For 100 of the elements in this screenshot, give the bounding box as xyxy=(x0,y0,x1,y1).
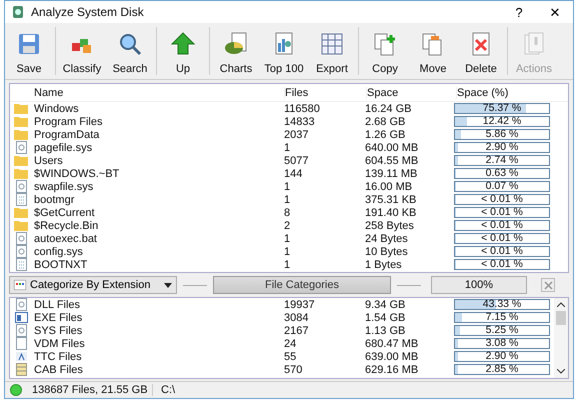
percent-bar: 3.08 % xyxy=(454,338,550,349)
name-cell-text: config.sys xyxy=(33,246,84,258)
space-cell-text: 16.24 GB xyxy=(365,102,412,114)
toolbar-button[interactable]: Delete xyxy=(457,23,505,79)
space-cell-text: 16.00 MB xyxy=(365,180,414,192)
help-button[interactable]: ? xyxy=(501,4,537,20)
percent-bar: 2.85 % xyxy=(454,364,550,375)
files-cell-text: 1 xyxy=(284,232,292,244)
scroll-up-icon[interactable] xyxy=(557,302,565,307)
file-icon xyxy=(16,193,26,206)
space-cell-text: 1.13 GB xyxy=(365,324,406,336)
files-cell-text: 19937 xyxy=(284,298,316,310)
scrollbar[interactable] xyxy=(554,298,568,378)
gear-file-icon xyxy=(16,324,26,337)
space-cell-text: 604.55 MB xyxy=(365,154,420,166)
scroll-down-icon[interactable] xyxy=(557,369,565,374)
charts-icon xyxy=(223,31,249,57)
scroll-thumb[interactable] xyxy=(556,311,566,325)
percent-bar: 12.42 % xyxy=(454,116,550,127)
percent-bar: 2.74 % xyxy=(454,155,550,166)
name-cell-text: Program Files xyxy=(33,116,104,128)
toolbar-button[interactable]: Charts xyxy=(212,23,260,79)
folder-icon xyxy=(14,168,28,179)
name-cell-text: TTC Files xyxy=(33,350,83,362)
files-cell-text: 1 xyxy=(284,194,292,206)
status-dot-icon xyxy=(10,384,22,396)
space-cell-text: 24 Bytes xyxy=(365,232,409,244)
toolbar-button[interactable]: Search xyxy=(106,23,154,79)
gear-file-icon xyxy=(16,141,26,154)
gear-file-icon xyxy=(16,245,26,258)
name-cell-text: bootmgr xyxy=(33,194,76,206)
space-cell-text: 640.00 MB xyxy=(365,142,420,154)
percent-bar: < 0.01 % xyxy=(454,194,550,205)
name-cell-text: VDM Files xyxy=(33,338,86,350)
categorize-dropdown[interactable]: Categorize By Extension xyxy=(9,276,177,294)
name-cell-text: swapfile.sys xyxy=(33,180,94,192)
percent-bar: 5.86 % xyxy=(454,129,550,140)
files-cell-text: 3084 xyxy=(284,312,310,324)
total-percent-box: 100% xyxy=(431,276,527,294)
save-icon xyxy=(16,31,42,57)
toolbar-button[interactable]: Copy xyxy=(361,23,409,79)
space-cell-text: 375.31 KB xyxy=(365,194,418,206)
folder-icon xyxy=(14,116,28,127)
toolbar-button[interactable]: Top 100 xyxy=(260,23,308,79)
space-cell-text: 139.11 MB xyxy=(365,168,418,180)
name-cell-text: Users xyxy=(33,154,64,166)
status-summary: 138687 Files, 21.55 GB xyxy=(32,384,153,396)
name-cell-text: SYS Files xyxy=(33,324,84,336)
column-header[interactable]: Space (%) xyxy=(457,86,557,98)
files-cell-text: 5077 xyxy=(284,154,310,166)
files-cell-text: 144 xyxy=(284,168,304,180)
percent-bar: 75.37 % xyxy=(454,103,550,114)
files-cell-text: 1 xyxy=(284,258,292,270)
space-cell-text: 9.34 GB xyxy=(365,298,406,310)
toolbar-button[interactable]: Classify xyxy=(58,23,106,79)
percent-bar: 43.33 % xyxy=(454,299,550,310)
space-cell-text: 10 Bytes xyxy=(365,246,409,258)
app-icon xyxy=(11,5,25,19)
space-cell-text: 258 Bytes xyxy=(365,220,415,232)
percent-bar: 0.63 % xyxy=(454,168,550,179)
space-cell-text: 1.26 GB xyxy=(365,128,406,140)
space-cell-text: 629.16 MB xyxy=(365,364,420,376)
percent-bar: 5.25 % xyxy=(454,325,550,336)
name-cell-text: EXE Files xyxy=(33,312,84,324)
folder-icon xyxy=(14,103,28,114)
name-cell-text: $WINDOWS.~BT xyxy=(33,168,120,180)
percent-bar: < 0.01 % xyxy=(454,259,550,270)
percent-bar: < 0.01 % xyxy=(454,233,550,244)
percent-bar: 0.07 % xyxy=(454,181,550,192)
percent-bar: < 0.01 % xyxy=(454,220,550,231)
name-cell-text: $Recycle.Bin xyxy=(33,220,100,232)
cabinet-file-icon xyxy=(16,363,26,376)
files-cell-text: 1 xyxy=(284,142,292,154)
close-button[interactable]: ✕ xyxy=(537,4,573,20)
percent-bar: 7.15 % xyxy=(454,312,550,323)
files-cell-text: 8 xyxy=(284,206,292,218)
column-header[interactable]: Space xyxy=(367,86,457,98)
window-file-icon xyxy=(14,312,28,323)
percent-bar: < 0.01 % xyxy=(454,246,550,257)
name-cell-text: BOOTNXT xyxy=(33,258,88,270)
name-cell-text: pagefile.sys xyxy=(33,142,94,154)
window-title: Analyze System Disk xyxy=(31,5,145,19)
space-cell-text: 639.00 MB xyxy=(365,350,420,362)
blank-file-icon xyxy=(16,337,26,350)
files-cell-text: 570 xyxy=(284,364,304,376)
file-categories-button[interactable]: File Categories xyxy=(213,276,391,294)
toolbar-button[interactable]: Move xyxy=(409,23,457,79)
toolbar-button[interactable]: Up xyxy=(159,23,207,79)
folder-icon xyxy=(14,220,28,231)
column-header[interactable]: Name xyxy=(32,86,285,98)
files-cell-text: 55 xyxy=(284,350,298,362)
space-cell-text: 1.54 GB xyxy=(365,312,406,324)
files-cell-text: 24 xyxy=(284,338,298,350)
toolbar-button[interactable]: Save xyxy=(5,23,53,79)
gear-file-icon xyxy=(16,232,26,245)
toolbar-button[interactable]: Export xyxy=(308,23,356,79)
name-cell-text: ProgramData xyxy=(33,128,100,140)
name-cell-text: DLL Files xyxy=(33,298,82,310)
column-header[interactable]: Files xyxy=(285,86,367,98)
grid-icon xyxy=(14,280,26,290)
